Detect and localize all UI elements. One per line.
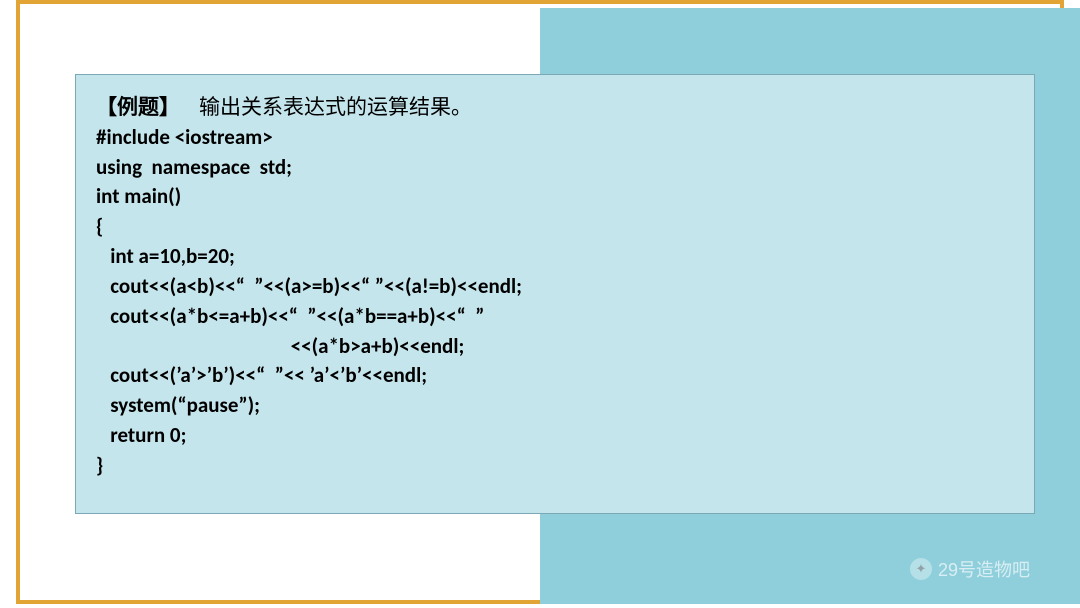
watermark-text: 29号造物吧 (938, 556, 1030, 582)
code-line: int main() (96, 183, 181, 209)
code-line: { (96, 213, 103, 239)
code-line: #include <iostream> (96, 124, 273, 150)
example-title-text: 输出关系表达式的运算结果。 (199, 94, 472, 120)
code-line: system(“pause”); (96, 392, 260, 418)
wechat-icon: ✦ (910, 558, 932, 580)
watermark: ✦ 29号造物吧 (910, 556, 1030, 582)
code-line: cout<<(’a’>’b’)<<“ ”<< ’a’<’b’<<endl; (96, 362, 427, 388)
example-title-prefix: 【例题】 (96, 94, 180, 120)
code-line: return 0; (96, 422, 186, 448)
slide-frame: 【例题】 输出关系表达式的运算结果。 #include <iostream> u… (16, 0, 1064, 604)
code-block: 【例题】 输出关系表达式的运算结果。 #include <iostream> u… (96, 93, 1014, 481)
code-line: } (96, 452, 103, 478)
code-line: cout<<(a<b)<<“ ”<<(a>=b)<<“ ”<<(a!=b)<<e… (96, 273, 522, 299)
code-line: cout<<(a*b<=a+b)<<“ ”<<(a*b==a+b)<<“ ” (96, 303, 484, 329)
code-line: using namespace std; (96, 154, 292, 180)
code-line: int a=10,b=20; (96, 243, 235, 269)
code-line: <<(a*b>a+b)<<endl; (96, 333, 464, 359)
code-content-box: 【例题】 输出关系表达式的运算结果。 #include <iostream> u… (75, 74, 1035, 514)
